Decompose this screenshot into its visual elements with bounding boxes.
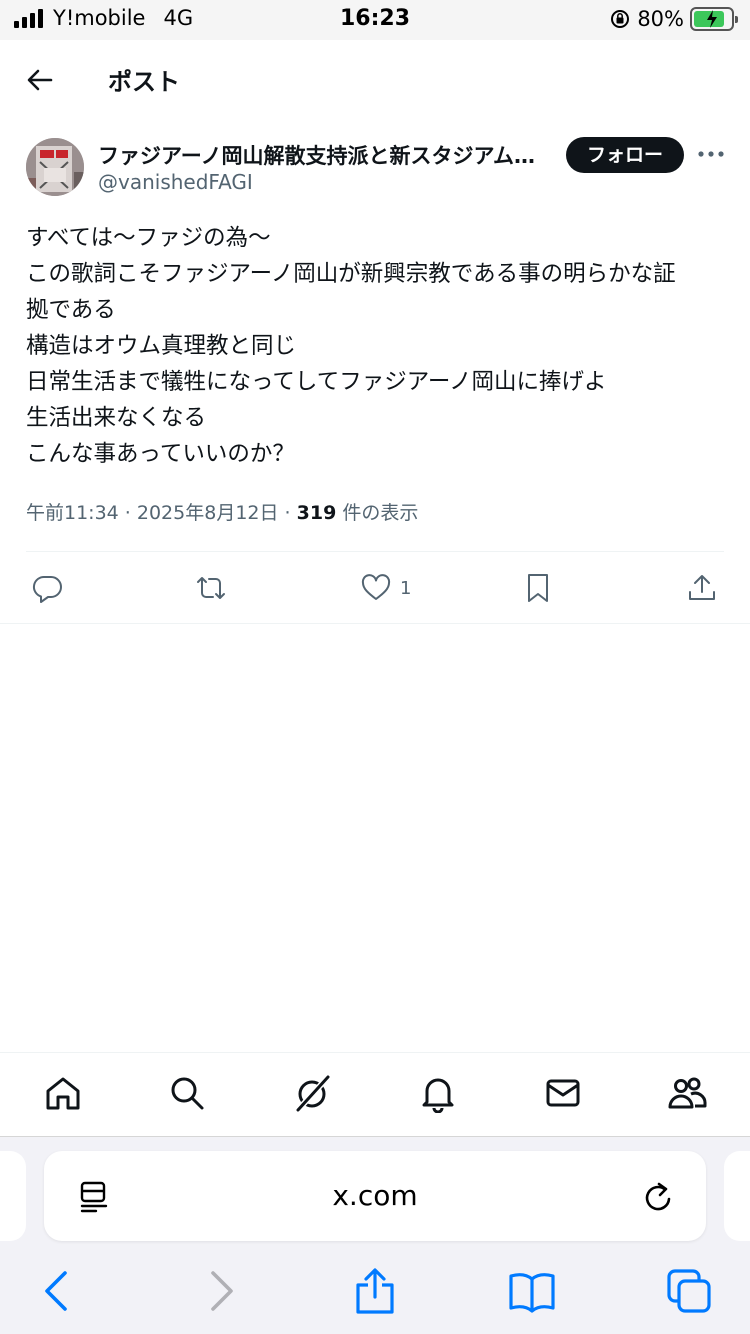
notifications-icon[interactable] xyxy=(418,1073,458,1113)
share-button[interactable] xyxy=(686,572,718,604)
next-tab-card[interactable] xyxy=(724,1151,750,1241)
browser-back-icon[interactable] xyxy=(34,1267,82,1315)
repost-button[interactable] xyxy=(194,572,228,604)
view-label: 件の表示 xyxy=(336,502,419,524)
tweet-actions: 1 xyxy=(0,566,750,610)
tweet-timestamp[interactable]: 午前11:34 · 2025年8月12日 · xyxy=(26,502,297,524)
more-options-icon[interactable] xyxy=(696,142,726,166)
page-title: ポスト xyxy=(108,68,180,96)
follow-button[interactable]: フォロー xyxy=(566,137,684,173)
grok-icon[interactable] xyxy=(292,1073,332,1113)
battery-percent: 80% xyxy=(637,7,684,31)
battery-icon xyxy=(690,7,738,31)
divider xyxy=(0,623,750,624)
like-count: 1 xyxy=(400,577,412,599)
reply-icon xyxy=(32,575,62,603)
tweet-text-line: すべては〜ファジの為〜 xyxy=(26,225,271,251)
tweet-text-line: こんな事あっていいのか？ xyxy=(26,441,295,467)
tweet-text-line: 拠である xyxy=(26,297,116,323)
author-display-name[interactable]: ファジアーノ岡山解散支持派と新スタジアム… xyxy=(98,140,546,170)
browser-forward-icon[interactable] xyxy=(196,1267,244,1315)
tweet-text-line: この歌詞こそファジアーノ岡山が新興宗教である事の明らかな証 xyxy=(26,261,676,287)
avatar[interactable] xyxy=(26,138,84,196)
page-header: ポスト xyxy=(0,40,750,120)
tabs-icon[interactable] xyxy=(665,1267,713,1315)
reply-button[interactable] xyxy=(32,572,64,604)
search-icon[interactable] xyxy=(167,1073,207,1113)
bookmark-button[interactable] xyxy=(524,572,552,604)
author-handle[interactable]: @vanishedFAGI xyxy=(98,170,253,194)
tweet-text-line: 日常生活まで犠牲になってしてファジアーノ岡山に捧げよ xyxy=(26,369,607,395)
messages-icon[interactable] xyxy=(543,1073,583,1113)
status-bar: Y!mobile 4G 16:23 80% xyxy=(0,0,750,40)
communities-icon[interactable] xyxy=(667,1073,707,1113)
repost-icon xyxy=(197,577,225,599)
bookmarks-icon[interactable] xyxy=(508,1267,556,1315)
tweet-meta: 午前11:34 · 2025年8月12日 · 319 件の表示 xyxy=(26,498,418,525)
tweet-text: すべては〜ファジの為〜 この歌詞こそファジアーノ岡山が新興宗教である事の明らかな… xyxy=(26,220,726,472)
tweet-text-line: 生活出来なくなる xyxy=(26,405,207,431)
divider xyxy=(26,551,724,552)
browser-chrome: x.com xyxy=(0,1136,750,1334)
bookmark-icon xyxy=(528,574,548,602)
view-count: 319 xyxy=(296,502,337,524)
url-text: x.com xyxy=(332,1179,418,1212)
browser-share-icon[interactable] xyxy=(351,1267,399,1315)
like-button[interactable]: 1 xyxy=(360,572,411,604)
tweet-text-line: 構造はオウム真理教と同じ xyxy=(26,333,297,359)
arrow-left-icon[interactable] xyxy=(24,64,56,96)
tweet-author: ファジアーノ岡山解散支持派と新スタジアム… @vanishedFAGI フォロー xyxy=(26,136,726,200)
previous-tab-card[interactable] xyxy=(0,1151,26,1241)
orientation-lock-icon xyxy=(611,10,630,28)
address-bar[interactable]: x.com xyxy=(44,1151,706,1241)
share-icon xyxy=(689,575,715,600)
reload-icon[interactable] xyxy=(642,1179,676,1215)
bottom-nav xyxy=(0,1052,750,1136)
heart-icon xyxy=(361,574,391,600)
home-icon[interactable] xyxy=(43,1073,83,1113)
